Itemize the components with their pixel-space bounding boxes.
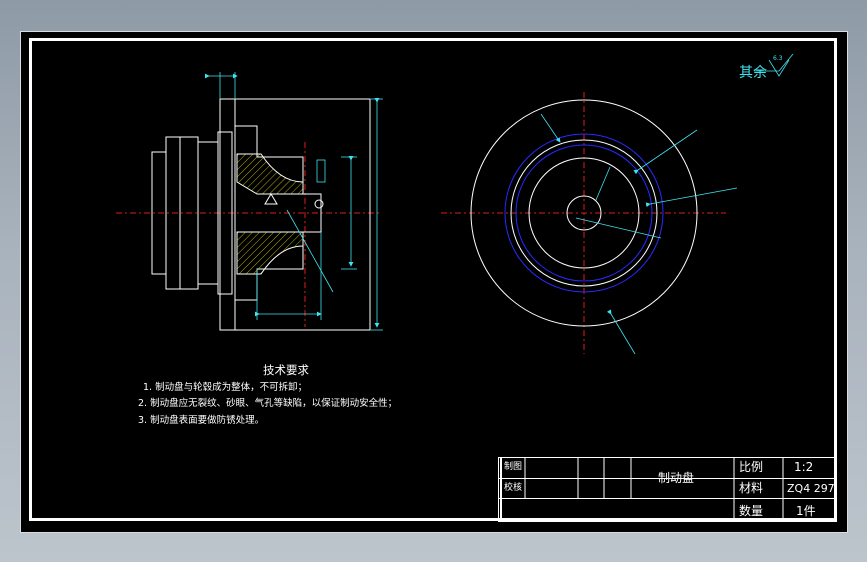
material-value: ZQ4 297	[787, 482, 835, 495]
front-dimensions	[540, 53, 794, 355]
front-view	[441, 92, 726, 354]
section-hatch-top	[236, 153, 304, 195]
title-block: 制图 校核 制动盘 比例 1:2 材料 ZQ4 297 数量 1件	[498, 457, 837, 522]
scale-label: 比例	[739, 460, 764, 474]
quantity-value: 1件	[796, 504, 816, 518]
scale-value: 1:2	[794, 460, 814, 474]
check-label: 校核	[504, 483, 523, 493]
tech-requirements-title: 技术要求	[263, 363, 309, 377]
drawing-sheet: 其余 6.3 技术要求 1. 制动盘与轮毂成为整体，不可拆卸； 2. 制动盘应无…	[20, 31, 848, 533]
quantity-label: 数量	[739, 504, 764, 518]
material-label: 材料	[739, 481, 764, 495]
draw-label: 制图	[504, 462, 523, 472]
tech-requirement-1: 1. 制动盘与轮毂成为整体，不可拆卸；	[143, 382, 308, 393]
surface-finish-value: 6.3	[773, 55, 783, 62]
surface-finish-label: 其余	[739, 65, 767, 81]
part-name: 制动盘	[658, 471, 695, 485]
tech-requirement-3: 3. 制动盘表面要做防锈处理。	[138, 415, 265, 426]
tech-requirement-2: 2. 制动盘应无裂纹、砂眼、气孔等缺陷，以保证制动安全性；	[138, 398, 398, 409]
section-hatch-bottom	[236, 231, 304, 275]
side-view	[116, 98, 381, 331]
